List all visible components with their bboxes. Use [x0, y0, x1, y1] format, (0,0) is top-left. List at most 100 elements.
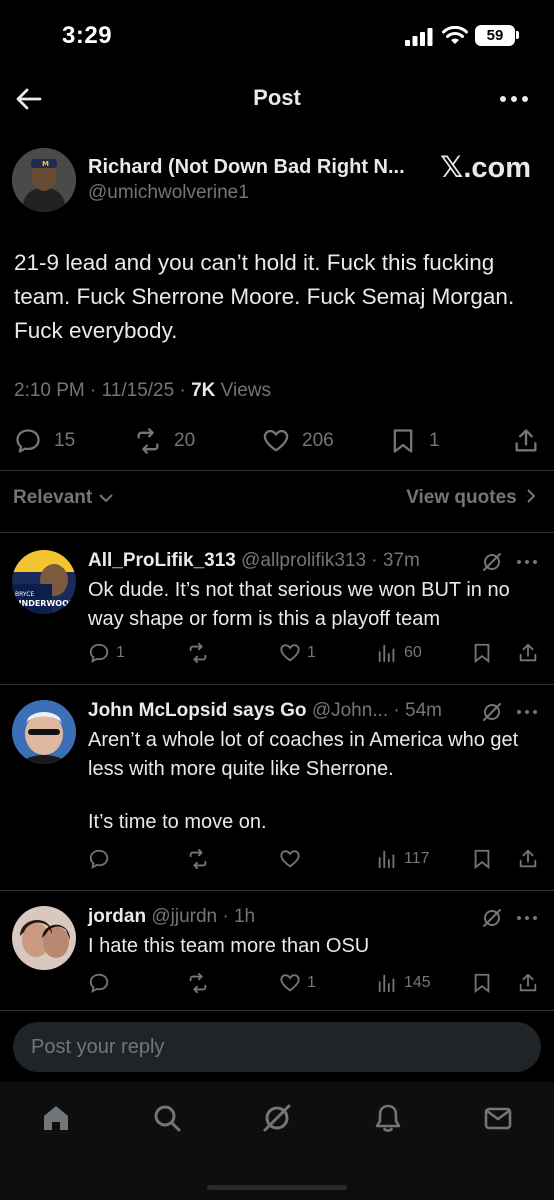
post-text: 21-9 lead and you can’t hold it. Fuck th…: [14, 250, 515, 343]
header-bar: Post: [0, 70, 554, 130]
repost-icon: [189, 642, 207, 664]
xcom-watermark: 𝕏.com: [440, 152, 532, 184]
more-options-icon[interactable]: [498, 92, 530, 106]
search-icon[interactable]: [151, 1102, 183, 1134]
reply-composer[interactable]: [13, 1022, 541, 1072]
reply-icon: [16, 429, 40, 453]
cellular-signal-icon: [405, 28, 433, 46]
bookmark-button[interactable]: [471, 642, 493, 664]
share-icon: [519, 849, 537, 868]
like-stat-button[interactable]: 206: [262, 425, 334, 457]
views-button[interactable]: 60: [376, 642, 422, 664]
view-count: 145: [404, 974, 431, 991]
more-options-icon[interactable]: [515, 707, 539, 717]
share-icon: [519, 643, 537, 662]
notifications-bell-icon[interactable]: [372, 1102, 404, 1134]
status-bar: 3:29 59: [0, 0, 554, 70]
view-count: 117: [404, 850, 430, 867]
more-options-icon[interactable]: [515, 557, 539, 567]
page-title: Post: [253, 85, 301, 110]
view-quotes-label: View quotes: [406, 487, 517, 508]
grok-icon[interactable]: [481, 701, 503, 723]
status-time: 3:29: [62, 22, 113, 49]
reply-button[interactable]: [88, 972, 116, 994]
view-count: 60: [404, 644, 422, 661]
bookmark-stat-button[interactable]: 1: [389, 425, 440, 457]
wifi-icon: [442, 26, 468, 44]
reply-text: Aren’t a whole lot of coaches in America…: [88, 729, 519, 780]
heart-icon: [280, 850, 300, 868]
view-count: 7K: [191, 380, 216, 401]
sort-relevant-dropdown[interactable]: Relevant: [13, 487, 114, 509]
reply-author[interactable]: John McLopsid says Go @John... · 54m: [88, 700, 442, 722]
repost-button[interactable]: [187, 972, 215, 994]
home-indicator: [207, 1185, 347, 1190]
reply-author[interactable]: All_ProLifik_313 @allprolifik313 · 37m: [88, 550, 420, 572]
reply-avatar[interactable]: [12, 700, 76, 764]
more-options-icon[interactable]: [515, 913, 539, 923]
like-button[interactable]: [279, 848, 307, 870]
home-icon[interactable]: [40, 1102, 72, 1134]
bar-chart-icon: [378, 644, 395, 663]
reply-text: Ok dude. It’s not that serious we won BU…: [88, 579, 510, 630]
reply-author-name: All_ProLifik_313: [88, 550, 236, 571]
reply-button[interactable]: [88, 848, 116, 870]
divider: [0, 532, 554, 533]
bookmark-button[interactable]: [471, 848, 493, 870]
repost-stat-button[interactable]: 20: [134, 425, 195, 457]
view-quotes-link[interactable]: View quotes: [406, 487, 536, 509]
repost-icon: [137, 428, 159, 454]
views-button[interactable]: 145: [376, 972, 431, 994]
reply-text: I hate this team more than OSU: [88, 935, 370, 957]
bookmark-icon: [474, 973, 490, 994]
share-button[interactable]: [512, 425, 540, 457]
bar-chart-icon: [378, 850, 395, 869]
repost-button[interactable]: [187, 642, 215, 664]
reply-avatar[interactable]: [12, 906, 76, 970]
chevron-down-icon: [99, 494, 114, 503]
chevron-right-icon: [527, 489, 536, 503]
reply-icon: [89, 973, 109, 994]
svg-text:M: M: [42, 160, 49, 168]
repost-button[interactable]: [187, 848, 215, 870]
bar-chart-icon: [378, 974, 395, 993]
share-button[interactable]: [517, 972, 539, 994]
bookmark-icon: [474, 849, 490, 870]
reply-button[interactable]: 1: [88, 642, 125, 664]
reply-stat-button[interactable]: 15: [14, 425, 75, 457]
author-handle[interactable]: @umichwolverine1: [88, 182, 249, 204]
views-button[interactable]: 117: [376, 848, 430, 870]
reply-count: 1: [116, 644, 125, 661]
reply-icon: [89, 643, 109, 664]
reply-avatar[interactable]: BRYCE UNDERWOOD: [12, 550, 76, 614]
like-button[interactable]: 1: [279, 972, 316, 994]
reply-author-name: John McLopsid says Go: [88, 700, 307, 721]
reply-author-handle: @allprolifik313 · 37m: [235, 550, 420, 571]
author-avatar-image: M: [12, 148, 76, 212]
author-avatar[interactable]: M: [12, 148, 76, 212]
share-button[interactable]: [517, 848, 539, 870]
bookmark-icon: [474, 643, 490, 664]
views-label: Views: [215, 380, 271, 401]
author-name[interactable]: Richard (Not Down Bad Right N...: [88, 156, 405, 179]
share-button[interactable]: [517, 642, 539, 664]
grok-icon[interactable]: [481, 907, 503, 929]
reply-author[interactable]: jordan @jjurdn · 1h: [88, 906, 255, 928]
bookmark-count: 1: [429, 430, 440, 451]
reply-author-name: jordan: [88, 906, 147, 927]
like-count: 206: [302, 430, 334, 451]
divider: [0, 684, 554, 685]
divider: [0, 1010, 554, 1011]
share-icon: [515, 429, 537, 452]
messages-envelope-icon[interactable]: [482, 1102, 514, 1134]
bookmark-button[interactable]: [471, 972, 493, 994]
repost-icon: [189, 972, 207, 994]
reply-avatar-image: [12, 700, 76, 764]
like-button[interactable]: 1: [279, 642, 316, 664]
repost-count: 20: [174, 430, 196, 451]
reply-input[interactable]: [13, 1022, 541, 1072]
grok-icon[interactable]: [481, 551, 503, 573]
divider: [0, 470, 554, 471]
like-count: 1: [307, 974, 316, 991]
grok-icon[interactable]: [261, 1102, 293, 1134]
